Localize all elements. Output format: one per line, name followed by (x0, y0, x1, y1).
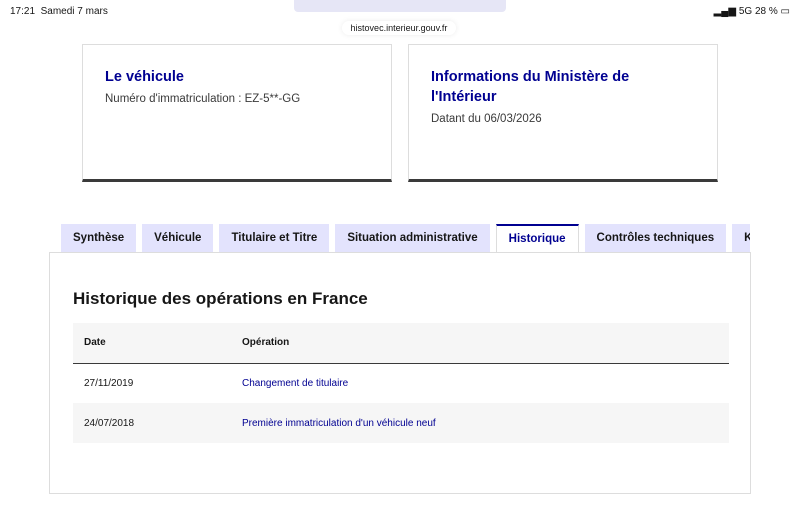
card-text: Datant du 06/03/2026 (431, 113, 542, 125)
network: 5G (738, 6, 753, 17)
column-date: Date (73, 323, 231, 364)
time: 17:21 (10, 6, 36, 17)
table-row: 24/07/2018 Première immatriculation d'un … (73, 403, 729, 443)
column-operation: Opération (231, 323, 729, 364)
date-cell: 24/07/2018 (73, 403, 231, 443)
operations-table: Date Opération 27/11/2019 Changement de ti… (73, 323, 729, 443)
tab-kilometrage[interactable]: Kilométrage (732, 224, 750, 252)
tab-historique[interactable]: Historique (495, 224, 579, 253)
url-bar[interactable]: histovec.interieur.gouv.fr (342, 21, 456, 35)
tab-vehicule[interactable]: Véhicule (142, 224, 214, 252)
card-title: Informations du Ministère de l'Intérieur (431, 69, 630, 105)
tab-situation[interactable]: Situation administrative (335, 224, 490, 252)
battery-level: 28 % (754, 6, 778, 17)
signal-icon: ▂▄▆ (713, 6, 737, 17)
card-title: Le véhicule (105, 69, 184, 85)
ministry-card: Informations du Ministère de l'Intérieur… (408, 44, 718, 182)
card-text: Numéro d'immatriculation : EZ-5**-GG (105, 93, 301, 105)
battery-icon: ▭ (780, 6, 790, 17)
tab-synthese[interactable]: Synthèse (61, 224, 137, 252)
section-title: Historique des opérations en France (73, 289, 368, 308)
tab-titulaire[interactable]: Titulaire et Titre (219, 224, 330, 252)
browser-tab-strip (294, 0, 506, 12)
date: Samedi 7 mars (40, 6, 108, 17)
historique-panel: Historique des opérations en France Date… (49, 252, 751, 494)
vehicle-card: Le véhicule Numéro d'immatriculation : E… (82, 44, 392, 182)
operation-link[interactable]: Changement de titulaire (242, 378, 348, 389)
date-cell: 27/11/2019 (84, 377, 134, 389)
operation-link[interactable]: Première immatriculation d'un véhicule n… (242, 418, 436, 429)
table-row: 27/11/2019 Changement de titulaire (73, 363, 729, 403)
tab-bar: Synthèse Véhicule Titulaire et Titre Sit… (61, 224, 750, 253)
tab-controles[interactable]: Contrôles techniques (584, 224, 727, 252)
